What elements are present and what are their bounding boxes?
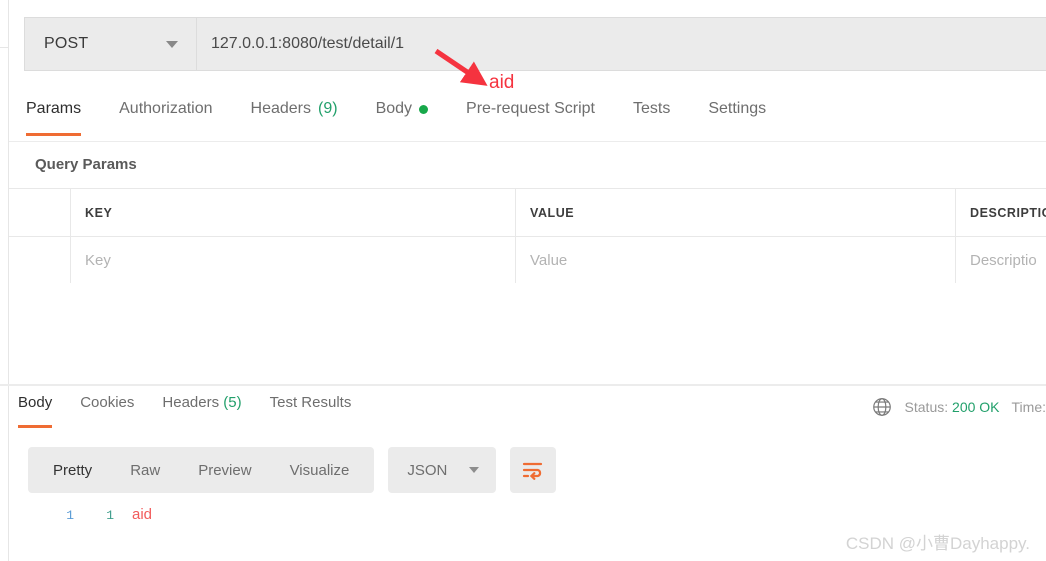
- status-label-group: Status: 200 OK: [905, 399, 1000, 415]
- param-description-placeholder: Descriptio: [970, 251, 1037, 269]
- response-tab-cookies-label: Cookies: [80, 394, 135, 411]
- tab-settings[interactable]: Settings: [708, 98, 766, 136]
- query-params-title: Query Params: [35, 156, 137, 173]
- response-view-mode-group: Pretty Raw Preview Visualize: [28, 447, 375, 493]
- column-header-value: VALUE: [516, 189, 956, 236]
- view-mode-raw[interactable]: Raw: [111, 462, 179, 479]
- response-tab-cookies[interactable]: Cookies: [80, 392, 134, 428]
- http-method-label: POST: [44, 35, 89, 52]
- param-value-placeholder: Value: [530, 251, 568, 269]
- body-modified-dot-icon: [419, 104, 429, 114]
- response-tab-headers-label: Headers: [162, 394, 220, 411]
- response-body-toolbar: Pretty Raw Preview Visualize JSON: [28, 447, 557, 493]
- code-value: aid: [132, 506, 153, 523]
- tab-params-label: Params: [26, 100, 82, 117]
- status-badge: 200 OK: [952, 399, 1000, 415]
- tab-headers[interactable]: Headers (9): [251, 98, 338, 136]
- response-tab-headers[interactable]: Headers (5): [162, 392, 241, 428]
- code-line: 1 1 aid: [28, 506, 1046, 530]
- tab-params[interactable]: Params: [26, 98, 82, 136]
- watermark: CSDN @小曹Dayhappy.: [845, 534, 1030, 553]
- response-status-bar: Status: 200 OK Time:: [871, 396, 1046, 418]
- left-panel-divider-stub: [0, 47, 9, 48]
- view-mode-pretty[interactable]: Pretty: [34, 462, 111, 479]
- http-method-select[interactable]: POST: [25, 18, 197, 70]
- row-checkbox-cell[interactable]: [9, 237, 71, 283]
- tab-headers-count: (9): [318, 100, 338, 117]
- param-key-input[interactable]: Key: [71, 237, 516, 283]
- tab-headers-label: Headers: [250, 100, 311, 117]
- query-params-table: KEY VALUE DESCRIPTIO Key Value Descripti…: [9, 188, 1046, 284]
- request-tabs-divider: [9, 141, 1046, 142]
- param-description-input[interactable]: Descriptio: [956, 237, 1046, 283]
- time-label: Time:: [1011, 399, 1046, 415]
- url-bar: POST 127.0.0.1:8080/test/detail/1: [24, 17, 1046, 71]
- postman-request-response-panel: POST 127.0.0.1:8080/test/detail/1 Params…: [0, 0, 1046, 561]
- tab-authorization[interactable]: Authorization: [119, 98, 212, 136]
- line-number: 1: [66, 508, 74, 523]
- column-header-description: DESCRIPTIO: [956, 189, 1046, 236]
- view-mode-visualize[interactable]: Visualize: [271, 462, 369, 479]
- table-row: Key Value Descriptio: [9, 236, 1046, 283]
- tab-pre-request-script[interactable]: Pre-request Script: [466, 98, 595, 136]
- select-all-checkbox-cell[interactable]: [9, 189, 71, 236]
- tab-tests[interactable]: Tests: [633, 98, 670, 136]
- column-header-key-label: KEY: [85, 205, 113, 220]
- annotation-label: aid: [489, 72, 515, 93]
- tab-body[interactable]: Body: [375, 98, 429, 136]
- response-tab-test-results[interactable]: Test Results: [270, 392, 352, 428]
- chevron-down-icon: [469, 467, 480, 473]
- response-tabs: Body Cookies Headers (5) Test Results: [9, 392, 379, 432]
- chevron-down-icon: [166, 40, 178, 48]
- table-header-row: KEY VALUE DESCRIPTIO: [9, 189, 1046, 236]
- response-tab-body-label: Body: [18, 394, 53, 411]
- response-tab-body[interactable]: Body: [18, 392, 53, 428]
- column-header-value-label: VALUE: [530, 205, 575, 220]
- param-value-input[interactable]: Value: [516, 237, 956, 283]
- view-mode-preview[interactable]: Preview: [179, 462, 270, 479]
- query-params-empty-area: [9, 283, 1046, 384]
- word-wrap-toggle-button[interactable]: [510, 447, 557, 493]
- word-wrap-icon: [523, 462, 543, 480]
- response-tab-headers-count: (5): [223, 394, 242, 411]
- column-header-key: KEY: [71, 189, 516, 236]
- response-format-select[interactable]: JSON: [388, 447, 497, 493]
- tab-authorization-label: Authorization: [119, 100, 213, 117]
- tab-body-label: Body: [375, 100, 413, 117]
- column-header-description-label: DESCRIPTIO: [970, 205, 1046, 220]
- tab-pre-request-script-label: Pre-request Script: [466, 100, 595, 117]
- tab-settings-label: Settings: [708, 100, 767, 117]
- request-tabs: Params Authorization Headers (9) Body Pr…: [9, 98, 1046, 141]
- param-key-placeholder: Key: [85, 251, 111, 269]
- request-url-input[interactable]: 127.0.0.1:8080/test/detail/1: [197, 18, 1046, 70]
- globe-icon[interactable]: [871, 396, 893, 418]
- response-format-label: JSON: [407, 461, 448, 479]
- code-inner-number: 1: [106, 508, 114, 523]
- response-tab-test-results-label: Test Results: [269, 394, 352, 411]
- tab-tests-label: Tests: [632, 100, 671, 117]
- status-label: Status:: [904, 399, 949, 415]
- response-pane-divider[interactable]: [0, 384, 1046, 386]
